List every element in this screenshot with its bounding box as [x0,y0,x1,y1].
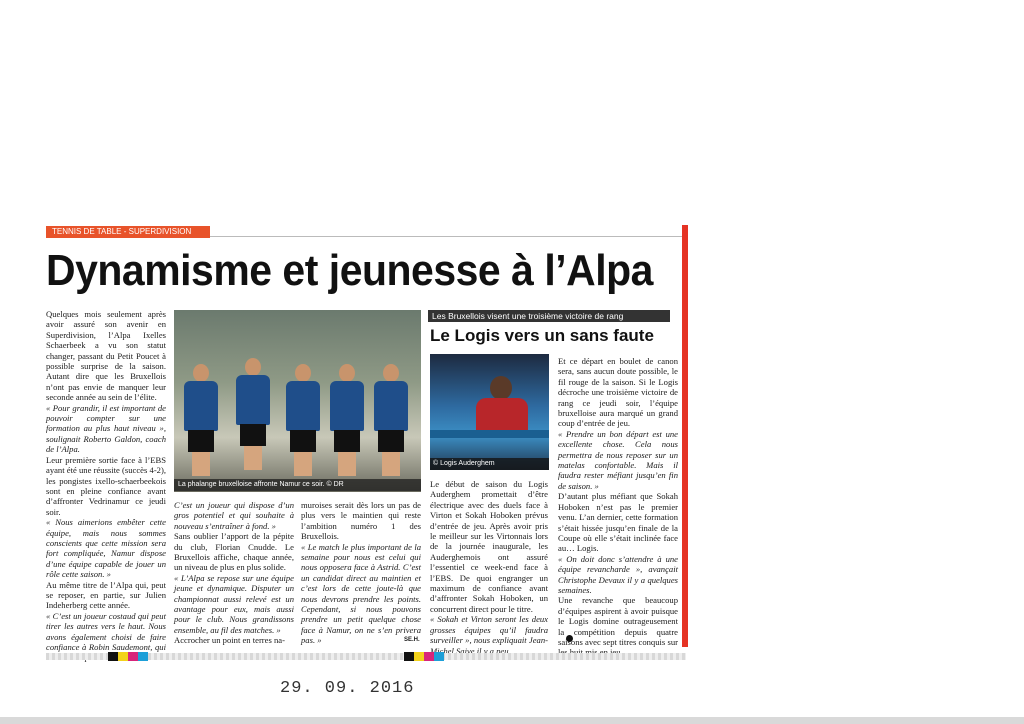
paragraph: « L’Alpa se repose sur une équipe jeune … [174,572,294,635]
sidebar-headline: Le Logis vers un sans faute [430,326,654,345]
photo-caption: La phalange bruxelloise affronte Namur c… [174,479,421,491]
paragraph: « Prendre un bon départ est une excellen… [558,428,678,491]
paragraph: « Sokah et Virton seront les deux grosse… [430,614,548,656]
article-column-2: C’est un joueur qui dispose d’un gros po… [174,500,294,646]
scan-edge [0,717,1024,724]
paragraph: C’est un joueur qui dispose d’un gros po… [174,500,294,531]
player-photo [430,354,549,470]
team-photo [174,310,421,492]
article-column-3: muroises serait dès lors un pas de plus … [301,500,421,646]
sidebar-column-1: Le début de saison du Logis Auderghem pr… [430,479,548,656]
section-kicker: TENNIS DE TABLE - SUPERDIVISION [46,226,210,238]
sidebar-kicker: Les Bruxellois visent une troisième vict… [428,310,670,322]
player-figure [286,364,320,476]
sidebar-column-2: Et ce départ en boulet de canon sera, sa… [558,356,678,658]
article-column-1: Quelques mois seulement après avoir assu… [46,309,166,663]
player-figure [330,364,364,476]
paragraph: Sans oublier l’apport de la pépite du cl… [174,531,294,573]
player-figure [236,358,270,476]
author-signature: SE.H. [404,637,420,643]
kicker-rule [210,236,688,237]
article-headline: Dynamisme et jeunesse à l’Alpa [46,246,653,295]
paragraph: Le début de saison du Logis Auderghem pr… [430,479,548,614]
paragraph: « Nous aimerions embêter cette équipe, m… [46,517,166,580]
paragraph: « On doit donc s’attendre à une équipe r… [558,553,678,595]
end-mark [566,635,573,642]
color-swatches [108,652,148,661]
date-stamp: 29. 09. 2016 [280,679,415,698]
paragraph: Et ce départ en boulet de canon sera, sa… [558,356,678,429]
paragraph: Accrocher un point en terres na- [174,635,285,646]
paragraph: « Pour grandir, il est important de pouv… [46,402,166,455]
color-swatches [404,652,444,661]
accent-bar [682,225,688,647]
photo-caption: © Logis Auderghem [430,458,549,470]
player-figure [374,364,408,476]
paragraph: Quelques mois seulement après avoir assu… [46,309,166,403]
player-figure [184,364,218,476]
paragraph: Leur première sortie face à l’EBS ayant … [46,454,166,517]
paragraph: Une revanche que beaucoup d’équipes aspi… [558,595,678,657]
paragraph: D’autant plus méfiant que Sokah Hoboken … [558,491,678,554]
paragraph: « Le match le plus important de la semai… [301,541,421,646]
paragraph: muroises serait dès lors un pas de plus … [301,500,421,542]
paragraph: Au même titre de l’Alpa qui, peut se rep… [46,579,166,611]
